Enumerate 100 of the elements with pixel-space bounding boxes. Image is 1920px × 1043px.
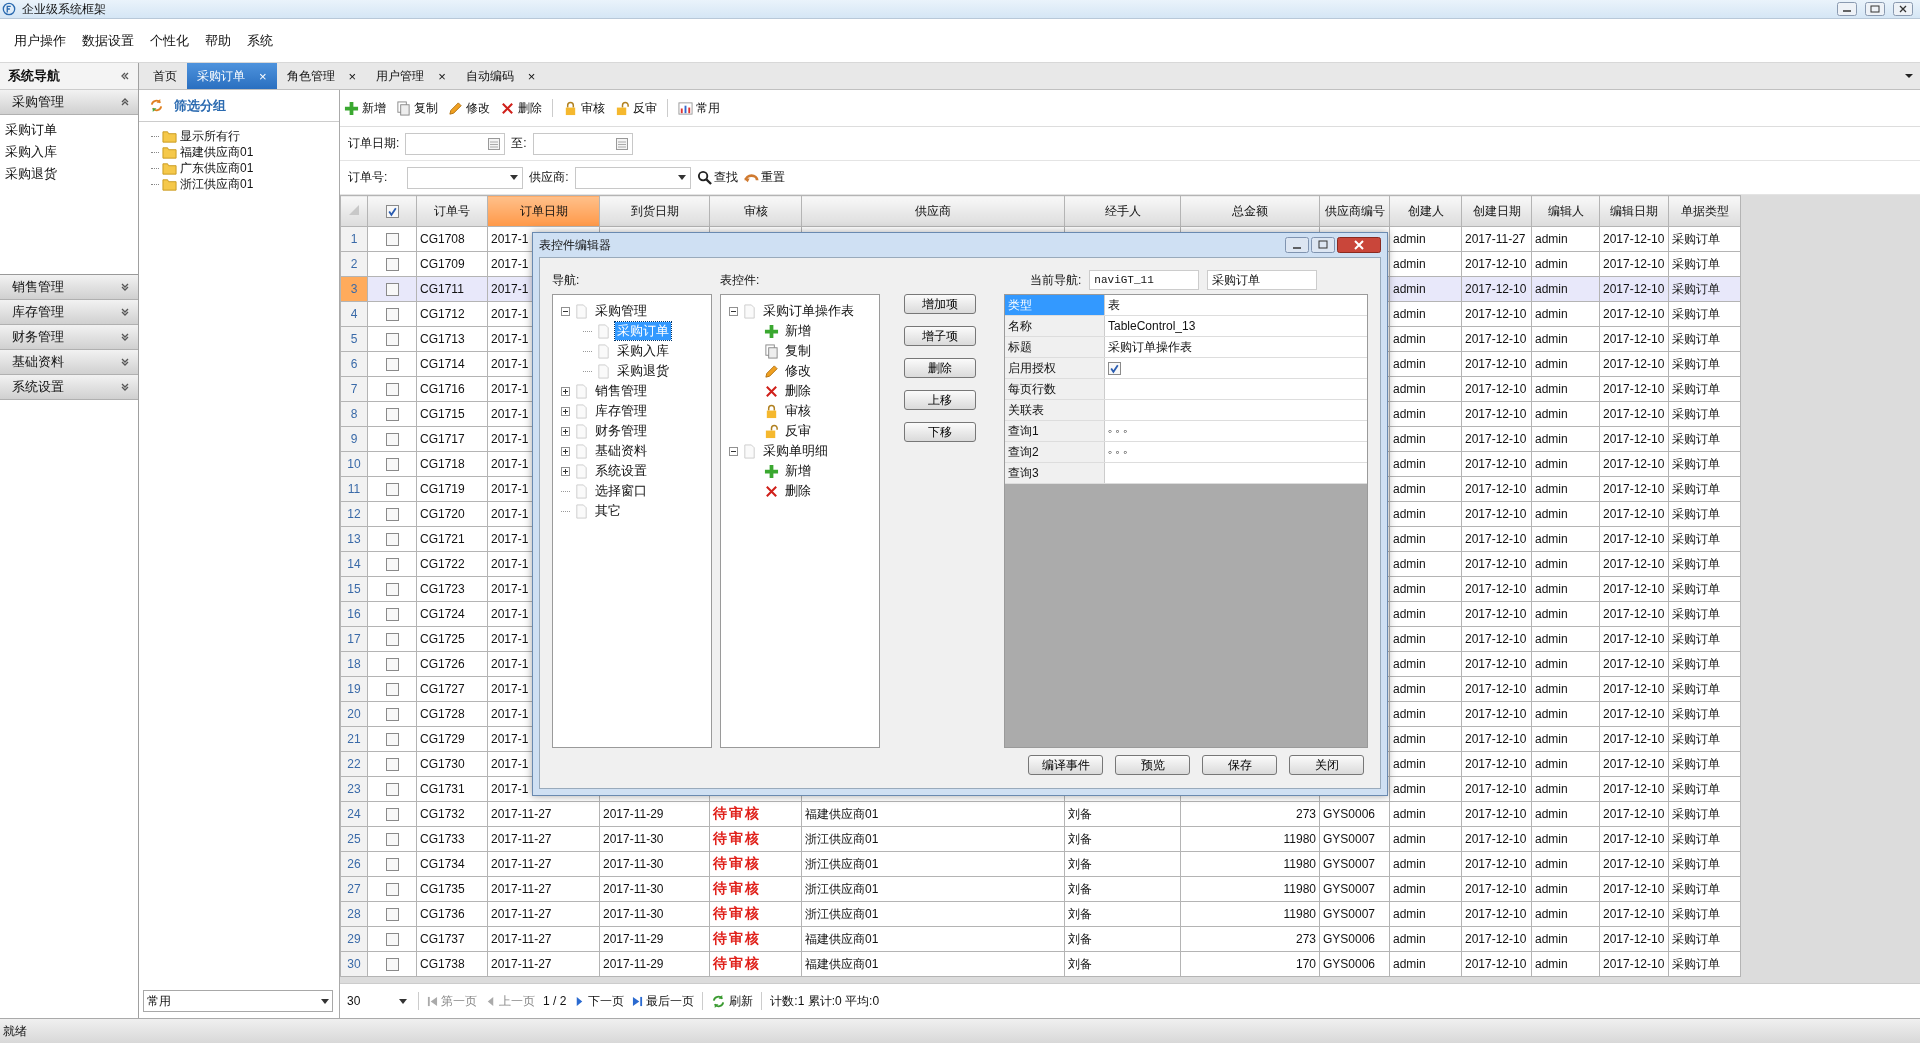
checkbox[interactable] xyxy=(385,658,399,672)
checkbox[interactable] xyxy=(385,383,399,397)
column-header[interactable]: 编辑日期 xyxy=(1599,195,1669,227)
collapse-icon[interactable] xyxy=(120,71,130,81)
property-name[interactable]: 查询3 xyxy=(1005,463,1105,483)
tree-item[interactable]: 广东供应商01 xyxy=(180,159,254,177)
column-header[interactable]: 供应商编号 xyxy=(1319,195,1390,227)
column-header[interactable]: 经手人 xyxy=(1064,195,1181,227)
table-row[interactable]: 25 CG1733 2017-11-27 2017-11-30 待审核 浙江供应商01 刘备 11980 GYS0007 admin 2017-12-10 admin 2017-12-10 采购订单 xyxy=(340,826,1741,852)
checkbox[interactable] xyxy=(1108,361,1121,375)
checkbox[interactable] xyxy=(385,333,399,347)
date-field[interactable] xyxy=(405,132,506,155)
calendar-icon[interactable] xyxy=(615,137,628,150)
toolbar-button[interactable]: 常用 xyxy=(678,99,720,117)
expand-icon[interactable] xyxy=(561,386,570,396)
property-name[interactable]: 每页行数 xyxy=(1005,379,1105,399)
checkbox[interactable] xyxy=(385,483,399,497)
checkbox[interactable] xyxy=(385,408,399,422)
sidebar-item[interactable]: 采购订单 xyxy=(0,119,138,141)
sidebar-section[interactable]: 基础资料 xyxy=(0,350,138,375)
table-row[interactable]: 29 CG1737 2017-11-27 2017-11-29 待审核 福建供应商01 刘备 273 GYS0006 admin 2017-12-10 admin 2017-12-10 采购订单 xyxy=(340,926,1741,952)
checkbox[interactable] xyxy=(385,533,399,547)
sidebar-section[interactable]: 库存管理 xyxy=(0,300,138,325)
property-name[interactable]: 标题 xyxy=(1005,337,1105,357)
menu-item[interactable]: 帮助 xyxy=(197,31,239,50)
property-value[interactable]: 采购订单操作表 xyxy=(1108,338,1192,356)
checkbox[interactable] xyxy=(385,508,399,522)
column-header[interactable]: 单据类型 xyxy=(1668,195,1741,227)
dialog-button[interactable]: 增加项 xyxy=(904,294,976,314)
property-value[interactable]: ◦ ◦ ◦ xyxy=(1108,445,1128,459)
menu-item[interactable]: 系统 xyxy=(239,31,281,50)
property-value[interactable]: TableControl_13 xyxy=(1108,319,1196,333)
view-select[interactable]: 常用 xyxy=(143,990,333,1012)
refresh-icon[interactable] xyxy=(149,98,164,113)
checkbox[interactable] xyxy=(385,958,399,972)
tree-item[interactable]: 修改 xyxy=(783,362,813,380)
property-name[interactable]: 查询1 xyxy=(1005,421,1105,441)
checkbox[interactable] xyxy=(385,433,399,447)
sidebar-section[interactable]: 销售管理 xyxy=(0,275,138,300)
checkbox[interactable] xyxy=(385,283,399,297)
column-header[interactable]: 供应商 xyxy=(801,195,1065,227)
checkbox[interactable] xyxy=(385,908,399,922)
column-header[interactable]: 创建日期 xyxy=(1461,195,1532,227)
tree-item[interactable]: 浙江供应商01 xyxy=(180,175,254,193)
close-tab-button[interactable]: × xyxy=(438,68,446,84)
tab[interactable]: 采购订单 × xyxy=(187,63,277,89)
date-field[interactable] xyxy=(532,132,633,155)
tree-item[interactable]: 复制 xyxy=(783,342,813,360)
checkbox[interactable] xyxy=(385,583,399,597)
tree-item[interactable]: 采购订单操作表 xyxy=(761,302,856,320)
checkbox[interactable] xyxy=(385,833,399,847)
property-value[interactable]: 表 xyxy=(1108,296,1120,314)
sidebar-section[interactable]: 系统设置 xyxy=(0,375,138,400)
toolbar-button[interactable]: 反审 xyxy=(615,99,657,117)
collapse-icon[interactable] xyxy=(561,306,570,316)
table-row[interactable]: 26 CG1734 2017-11-27 2017-11-30 待审核 浙江供应商01 刘备 11980 GYS0007 admin 2017-12-10 admin 2017-12-10 采购订单 xyxy=(340,851,1741,877)
dialog-button[interactable]: 预览 xyxy=(1115,755,1190,775)
expand-icon[interactable] xyxy=(561,466,570,476)
dialog-button[interactable]: 关闭 xyxy=(1289,755,1364,775)
toolbar-button[interactable]: 修改 xyxy=(448,99,490,117)
pager-button[interactable]: 下一页 xyxy=(574,992,625,1010)
pager-button[interactable]: 最后一页 xyxy=(632,992,695,1010)
tab[interactable]: 首页 xyxy=(143,63,187,89)
checkbox[interactable] xyxy=(385,783,399,797)
menu-item[interactable]: 个性化 xyxy=(142,31,197,50)
checkbox[interactable] xyxy=(385,633,399,647)
column-header[interactable]: 总金额 xyxy=(1180,195,1320,227)
checkbox[interactable] xyxy=(385,883,399,897)
checkbox[interactable] xyxy=(385,558,399,572)
column-header[interactable]: 创建人 xyxy=(1389,195,1462,227)
close-icon[interactable] xyxy=(1337,237,1381,253)
checkbox[interactable] xyxy=(385,258,399,272)
dialog-button[interactable]: 删除 xyxy=(904,358,976,378)
table-row[interactable]: 30 CG1738 2017-11-27 2017-11-29 待审核 福建供应商01 刘备 170 GYS0006 admin 2017-12-10 admin 2017-12-10 采购订单 xyxy=(340,951,1741,977)
tab[interactable]: 角色管理 × xyxy=(276,63,367,89)
refresh-button[interactable]: 刷新 xyxy=(711,992,754,1010)
calendar-icon[interactable] xyxy=(488,137,501,150)
toolbar-button[interactable]: 审核 xyxy=(563,99,605,117)
column-header[interactable]: 编辑人 xyxy=(1531,195,1600,227)
restore-icon[interactable] xyxy=(1864,2,1886,16)
close-icon[interactable] xyxy=(1892,2,1914,16)
menu-item[interactable]: 数据设置 xyxy=(74,31,142,50)
toolbar-button[interactable]: 复制 xyxy=(396,99,438,117)
tab[interactable]: 自动编码 × xyxy=(455,63,546,89)
tree-item[interactable]: 新增 xyxy=(783,462,813,480)
minimize-icon[interactable] xyxy=(1836,2,1858,16)
property-name[interactable]: 查询2 xyxy=(1005,442,1105,462)
reset-button[interactable]: 重置 xyxy=(743,169,785,186)
column-header[interactable]: 到货日期 xyxy=(599,195,710,227)
close-tab-button[interactable]: × xyxy=(348,68,357,84)
menu-item[interactable]: 用户操作 xyxy=(6,31,74,50)
text-field[interactable]: naviGT_11 xyxy=(1089,270,1200,290)
checkbox[interactable] xyxy=(385,205,399,219)
sidebar-item[interactable]: 采购退货 xyxy=(0,163,138,185)
sidebar-section[interactable]: 财务管理 xyxy=(0,325,138,350)
expand-icon[interactable] xyxy=(561,406,570,416)
sidebar-item[interactable]: 采购入库 xyxy=(0,141,138,163)
dropdown-arrow-icon[interactable] xyxy=(1904,73,1914,79)
dialog-button[interactable]: 增子项 xyxy=(904,326,976,346)
checkbox[interactable] xyxy=(385,933,399,947)
